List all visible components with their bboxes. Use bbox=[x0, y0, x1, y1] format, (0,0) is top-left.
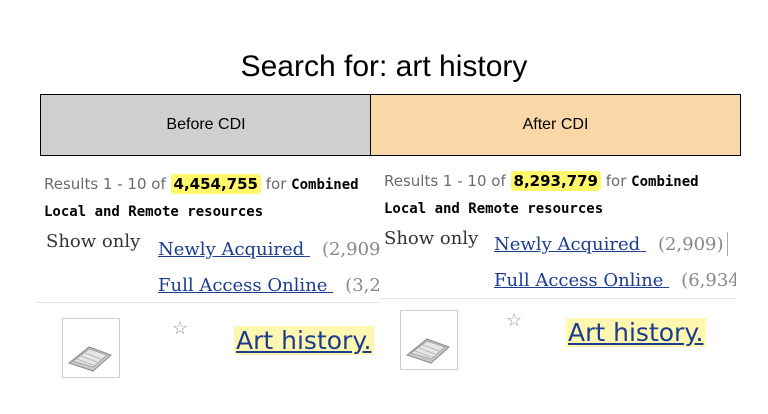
header-before-label: Before CDI bbox=[166, 116, 246, 133]
results-for: for bbox=[260, 175, 292, 193]
book-thumbnail-icon[interactable] bbox=[400, 310, 458, 370]
filter-full-access-online[interactable]: Full Access Online (6,934, bbox=[494, 270, 736, 291]
divider bbox=[378, 298, 736, 299]
filter-newly-acquired-count: (2,909) bbox=[657, 234, 724, 255]
filter-full-access-label: Full Access Online bbox=[158, 275, 328, 296]
header-before-cdi: Before CDI bbox=[40, 94, 372, 156]
results-summary: Results 1 - 10 of 4,454,755 for Combined… bbox=[44, 171, 380, 225]
results-scope-line2: Local and Remote resources bbox=[384, 201, 604, 217]
divider bbox=[727, 232, 728, 256]
page-title: Search for: art history bbox=[240, 50, 528, 83]
show-only-filters: Show only Newly Acquired (2,909) Full Ac… bbox=[44, 231, 380, 296]
results-prefix: Results 1 - 10 of bbox=[384, 172, 511, 190]
results-scope: Combined bbox=[631, 174, 699, 190]
results-prefix: Results 1 - 10 of bbox=[44, 175, 171, 193]
results-summary: Results 1 - 10 of 8,293,779 for Combined… bbox=[384, 168, 736, 222]
filter-newly-acquired-label: Newly Acquired bbox=[158, 239, 305, 260]
filter-full-access-online[interactable]: Full Access Online (3,2 bbox=[158, 275, 380, 296]
filter-full-access-label: Full Access Online bbox=[494, 270, 664, 291]
show-only-filters: Show only Newly Acquired (2,909) Full Ac… bbox=[384, 228, 736, 291]
results-count: 4,454,755 bbox=[170, 174, 261, 194]
filter-newly-acquired[interactable]: Newly Acquired (2,909) bbox=[494, 234, 724, 255]
book-thumbnail-icon[interactable] bbox=[62, 318, 120, 378]
result-title-link[interactable]: Art history. bbox=[234, 326, 374, 355]
filter-full-access-count: (3,2 bbox=[345, 275, 380, 296]
star-icon[interactable]: ☆ bbox=[506, 310, 522, 331]
results-count: 8,293,779 bbox=[510, 171, 601, 191]
divider bbox=[36, 302, 380, 303]
results-scope: Combined bbox=[291, 177, 359, 193]
results-scope-line2: Local and Remote resources bbox=[44, 204, 264, 220]
filter-newly-acquired-label: Newly Acquired bbox=[494, 234, 641, 255]
filter-newly-acquired-count: (2,909) bbox=[321, 239, 380, 260]
star-icon[interactable]: ☆ bbox=[172, 318, 188, 339]
result-title-link[interactable]: Art history. bbox=[566, 318, 706, 347]
results-for: for bbox=[600, 172, 632, 190]
show-only-label: Show only bbox=[384, 228, 479, 249]
filter-newly-acquired[interactable]: Newly Acquired (2,909) bbox=[158, 239, 380, 260]
header-after-cdi: After CDI bbox=[370, 94, 741, 156]
header-after-label: After CDI bbox=[522, 116, 589, 133]
filter-full-access-count: (6,934, bbox=[681, 270, 736, 291]
show-only-label: Show only bbox=[46, 231, 141, 252]
